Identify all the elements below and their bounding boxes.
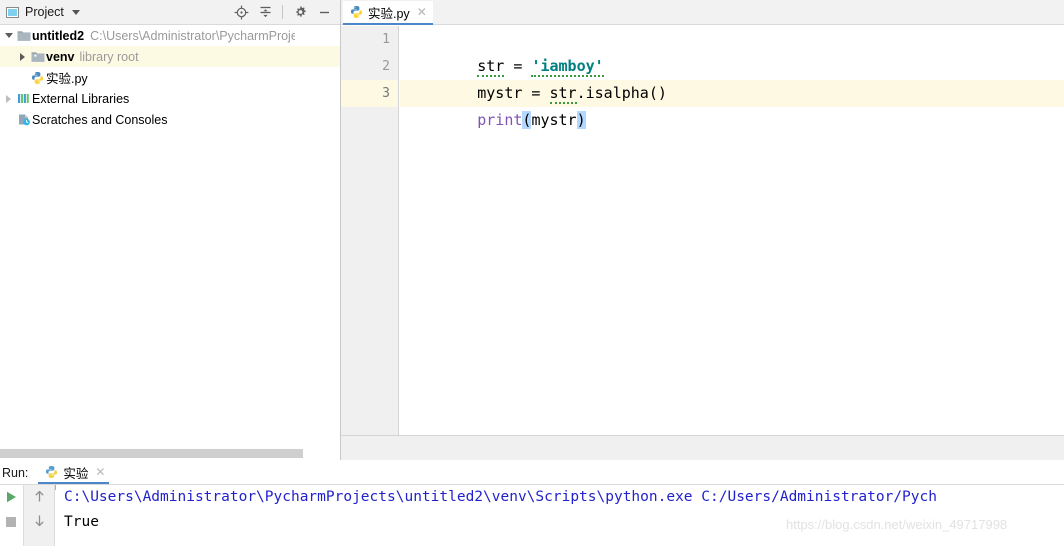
run-tab-shiyan[interactable]: 实验 ✕ bbox=[38, 462, 110, 484]
arrow-up-icon[interactable] bbox=[32, 489, 47, 504]
console-line-command: C:\Users\Administrator\PycharmProjects\u… bbox=[64, 489, 937, 505]
tree-row-scratches-and-consoles[interactable]: Scratches and Consoles bbox=[0, 109, 340, 130]
tree-row-venv[interactable]: venv library root bbox=[0, 46, 340, 67]
tree-label-venv: venv bbox=[46, 49, 75, 64]
editor-gutter[interactable]: 1 2 3 bbox=[341, 26, 399, 435]
code-token: mystr bbox=[531, 111, 577, 129]
code-token-bracket-close: ) bbox=[576, 111, 586, 129]
folder-venv-icon bbox=[29, 46, 46, 67]
line-number-2: 2 bbox=[382, 59, 390, 74]
collapse-all-icon[interactable] bbox=[254, 1, 276, 23]
code-line-1: str = 'iamboy' bbox=[400, 26, 604, 77]
close-icon[interactable]: ✕ bbox=[417, 6, 427, 18]
run-console-output[interactable]: C:\Users\Administrator\PycharmProjects\u… bbox=[56, 485, 1064, 546]
watermark-text: https://blog.csdn.net/weixin_49717998 bbox=[786, 517, 1008, 532]
chevron-expanded-icon[interactable] bbox=[2, 25, 15, 46]
arrow-down-icon[interactable] bbox=[32, 513, 47, 528]
code-token: .isalpha() bbox=[576, 84, 667, 102]
tree-label-external-libraries: External Libraries bbox=[32, 91, 130, 106]
tree-label-scratches-and-consoles: Scratches and Consoles bbox=[32, 112, 168, 127]
python-icon bbox=[44, 465, 59, 479]
project-panel-title: Project bbox=[25, 5, 64, 19]
tree-label-shiyan-py: 实验.py bbox=[46, 72, 88, 86]
tree-path-untitled2: C:\Users\Administrator\PycharmProjects\u… bbox=[90, 28, 296, 43]
tree-row-external-libraries[interactable]: External Libraries bbox=[0, 88, 340, 109]
python-file-icon bbox=[29, 67, 46, 88]
line-number-3: 3 bbox=[382, 86, 390, 101]
rerun-icon[interactable] bbox=[4, 490, 18, 504]
scratches-icon bbox=[15, 109, 32, 130]
python-file-icon bbox=[349, 5, 364, 19]
project-panel-toolbar bbox=[230, 1, 340, 23]
run-tool-window: Run: 实验 ✕ C:\Users\Administrator\Pycharm… bbox=[0, 462, 1064, 546]
toolbar-divider bbox=[282, 5, 283, 19]
project-tool-window: Project untitled2 C:\Users\Administrator… bbox=[0, 0, 340, 458]
tree-secondary-venv: library root bbox=[79, 49, 139, 64]
code-line-2: mystr = str.isalpha() bbox=[400, 53, 667, 104]
project-tree: untitled2 C:\Users\Administrator\Pycharm… bbox=[0, 25, 340, 130]
folder-module-icon bbox=[15, 25, 32, 46]
run-panel-header: Run: 实验 ✕ bbox=[0, 462, 1064, 484]
tree-row-shiyan-py[interactable]: 实验.py bbox=[0, 67, 340, 88]
chevron-right-icon[interactable] bbox=[16, 46, 29, 67]
libraries-icon bbox=[15, 88, 32, 109]
editor-tab-shiyan-py[interactable]: 实验.py ✕ bbox=[343, 1, 433, 25]
tree-label-untitled2: untitled2 bbox=[32, 28, 85, 43]
code-editor-surface[interactable]: str = 'iamboy' mystr = str.isalpha() pri… bbox=[400, 26, 1064, 435]
chevron-right-icon[interactable] bbox=[2, 88, 15, 109]
run-panel-label: Run: bbox=[2, 466, 29, 480]
gear-icon[interactable] bbox=[289, 1, 311, 23]
project-title-group[interactable]: Project bbox=[0, 5, 80, 19]
stop-icon[interactable] bbox=[4, 515, 18, 529]
run-panel-body: C:\Users\Administrator\PycharmProjects\u… bbox=[0, 484, 1064, 546]
run-tab-title: 实验 bbox=[63, 466, 89, 481]
run-navigation-toolbar bbox=[23, 485, 55, 546]
editor-tab-title: 实验.py bbox=[368, 6, 410, 21]
editor-area: 实验.py ✕ 1 2 3 str = 'iamboy' mystr = str… bbox=[341, 0, 1064, 460]
run-action-toolbar bbox=[0, 485, 22, 546]
hide-icon[interactable] bbox=[313, 1, 335, 23]
project-horizontal-scrollbar[interactable] bbox=[0, 449, 303, 458]
locate-icon[interactable] bbox=[230, 1, 252, 23]
code-line-3: print(mystr) bbox=[400, 80, 586, 129]
line-number-1: 1 bbox=[382, 32, 390, 47]
project-panel-header: Project bbox=[0, 0, 340, 25]
tree-row-untitled2[interactable]: untitled2 C:\Users\Administrator\Pycharm… bbox=[0, 25, 340, 46]
project-window-icon bbox=[6, 6, 19, 19]
editor-tabs-bar: 实验.py ✕ bbox=[341, 0, 1064, 25]
pycharm-ide-window: Project untitled2 C:\Users\Administrator… bbox=[0, 0, 1064, 546]
code-token: print bbox=[477, 111, 523, 129]
editor-horizontal-scrollbar[interactable] bbox=[341, 435, 1064, 460]
close-icon[interactable]: ✕ bbox=[95, 465, 105, 479]
chevron-down-icon[interactable] bbox=[71, 9, 80, 15]
